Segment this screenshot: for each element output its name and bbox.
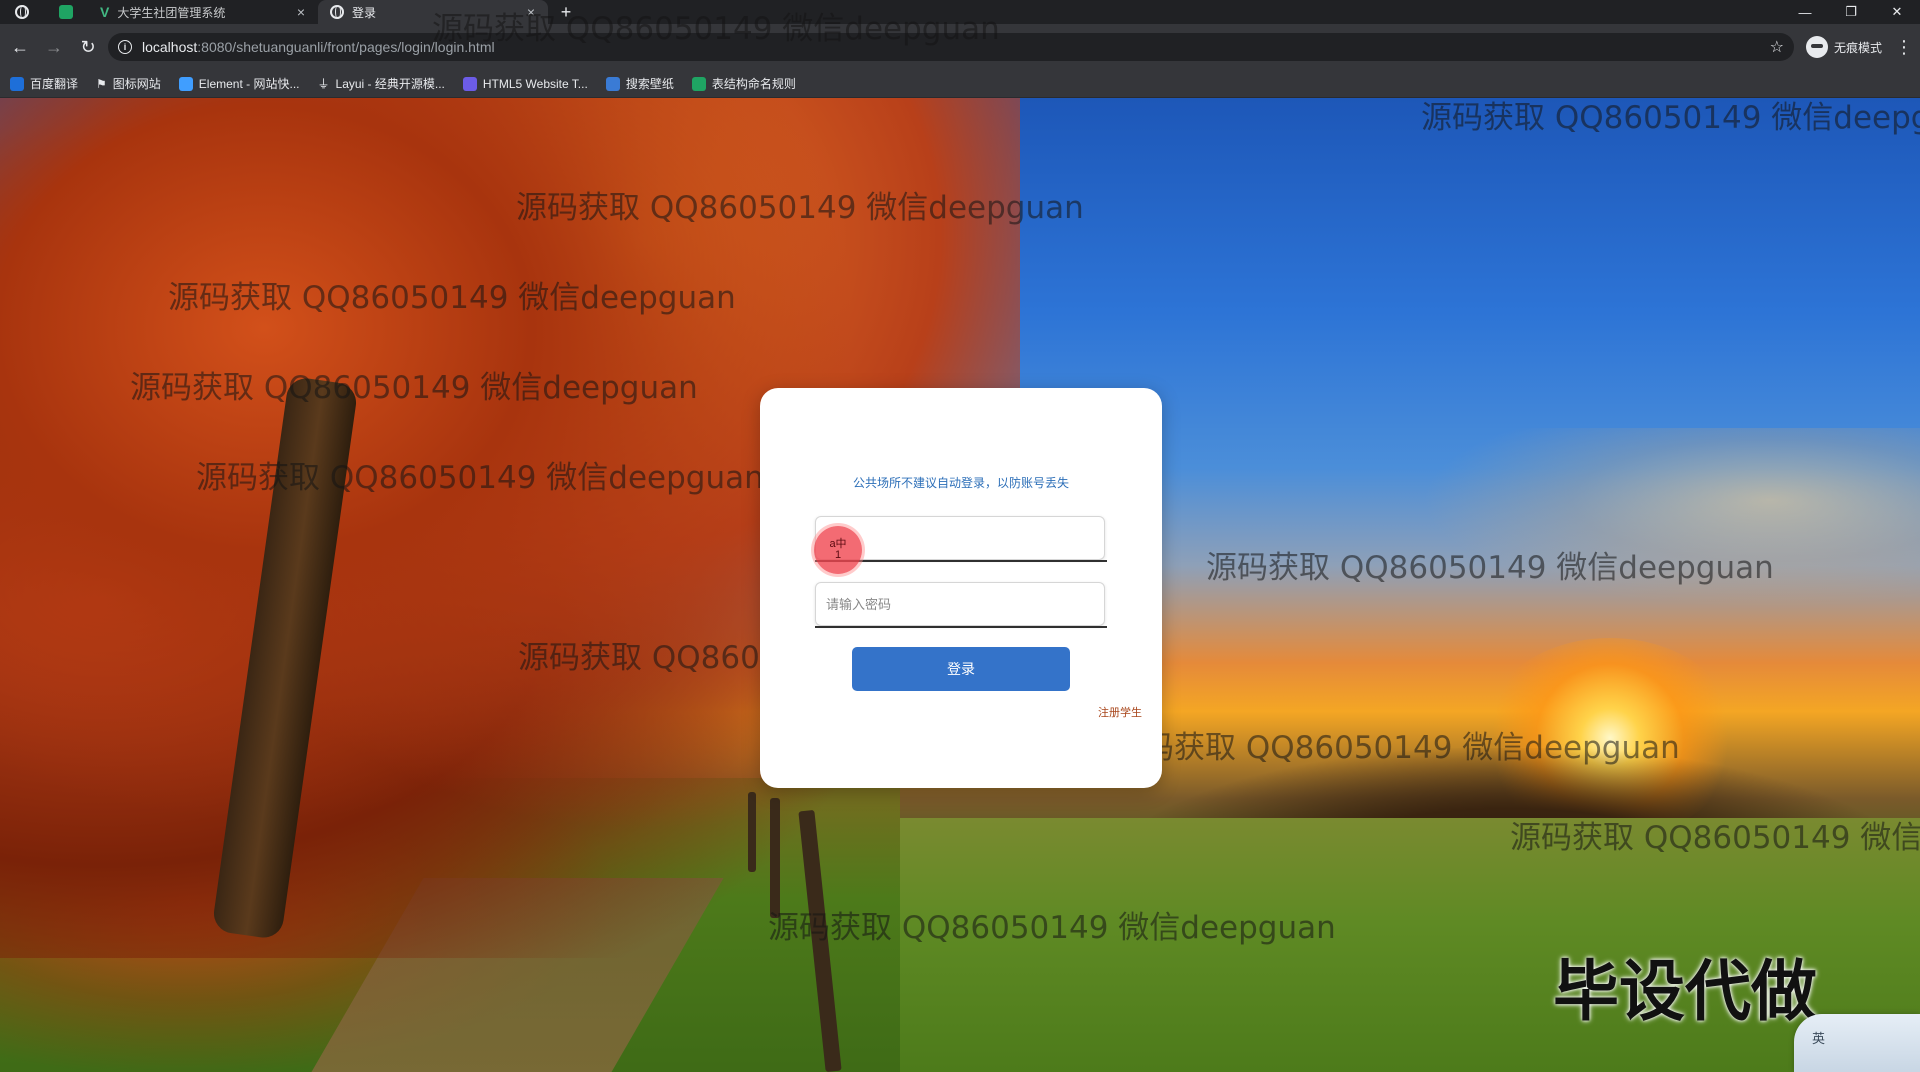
ime-cursor-indicator: a中 1 [814,526,862,574]
watermark: 源码获取 QQ86050149 微信deepguan [1112,730,1680,766]
profile-label: 无痕模式 [1833,40,1882,55]
translate-icon [10,76,24,91]
incognito-icon [1805,36,1828,58]
bookmark-layui[interactable]: ⏚ Layui - 经典开源模... [318,75,445,92]
html5-icon [462,76,477,91]
fence-post [748,792,756,872]
bookmark-label: Layui - 经典开源模... [335,77,445,91]
watermark: 源码获取 QQ86050149 微信deepguan [768,910,1336,946]
bookmark-label: 表结构命名规则 [711,77,796,91]
watermark: 源码获取 QQ86050149 微信deepguan [196,460,764,496]
fence-post [770,798,780,918]
incognito-profile[interactable]: 无痕模式 [1800,36,1888,58]
bookmark-html5-templates[interactable]: HTML5 Website T... [462,76,588,91]
password-input[interactable] [815,582,1105,626]
watermark: 源码获取 QQ86050149 微信deepguan [432,11,1000,47]
bookmark-label: 搜索壁纸 [625,77,674,91]
element-icon [178,76,193,91]
register-student-link[interactable]: 注册学生 [1098,704,1142,720]
watermark: 源码获取 QQ86050149 微信d [1510,820,1920,856]
restore-button[interactable]: ❐ [1828,0,1874,24]
password-field-wrap [815,582,1107,628]
close-window-button[interactable]: ✕ [1874,0,1920,24]
bookmark-wallpapers[interactable]: 搜索壁纸 [605,75,674,92]
forward-button[interactable]: → [40,33,68,61]
ad-watermark: 毕设代做 [1553,953,1817,1030]
watermark: 源码获取 QQ86050149 微信deepguan [130,370,698,406]
wallpaper-icon [605,76,620,91]
bookmark-element[interactable]: Element - 网站快... [178,75,300,92]
sheet-icon [691,76,706,91]
login-card: 公共场所不建议自动登录，以防账号丢失 a中 1 登录 注册学生 [760,388,1162,788]
pinned-tab-globe[interactable] [0,0,44,24]
tab-club-system[interactable]: V 大学生社团管理系统 × [88,0,318,24]
bookmark-baidu-translate[interactable]: 百度翻译 [10,75,78,92]
watermark: 源码获取 QQ86050149 微信deepgu [1421,100,1920,136]
browser-menu-icon[interactable]: ⋮ [1894,37,1914,58]
globe-icon [330,5,344,19]
url-host: localhost [142,39,198,55]
minimize-button[interactable]: — [1782,0,1828,24]
bookmark-label: Element - 网站快... [198,77,300,91]
bookmark-label: 图标网站 [112,77,161,91]
sheet-icon [59,5,73,19]
bookmark-icon-site[interactable]: ⚑ 图标网站 [96,75,161,92]
back-button[interactable]: ← [6,33,34,61]
reload-button[interactable]: ↻ [74,33,102,61]
watermark: 源码获取 QQ86050149 微信deepguan [516,190,1084,226]
globe-icon [15,5,29,19]
watermark: 源码获取 QQ86050149 微信deepguan [1206,550,1774,586]
close-tab-icon[interactable]: × [294,4,308,20]
vue-logo-icon: V [100,4,110,20]
tab-label: 大学生社团管理系统 [117,5,226,20]
ime-mode-label: 英 [1812,1031,1826,1046]
bookmark-star-icon[interactable]: ☆ [1770,37,1784,57]
window-controls: — ❐ ✕ [1782,0,1920,24]
bookmark-label: 百度翻译 [30,77,79,91]
pinned-tab-sheet[interactable] [44,0,88,24]
login-button[interactable]: 登录 [852,647,1070,691]
ime-toolbar[interactable]: 英 [1794,1014,1920,1072]
site-info-icon[interactable]: i [118,40,132,54]
security-tip: 公共场所不建议自动登录，以防账号丢失 [852,476,1069,490]
watermark: 源码获取 QQ86050149 微信deepguan [168,280,736,316]
bookmark-label: HTML5 Website T... [482,76,588,91]
flag-icon: ⚑ [96,76,107,91]
layui-icon: ⏚ [317,77,330,91]
bookmark-naming-rules[interactable]: 表结构命名规则 [691,75,796,92]
